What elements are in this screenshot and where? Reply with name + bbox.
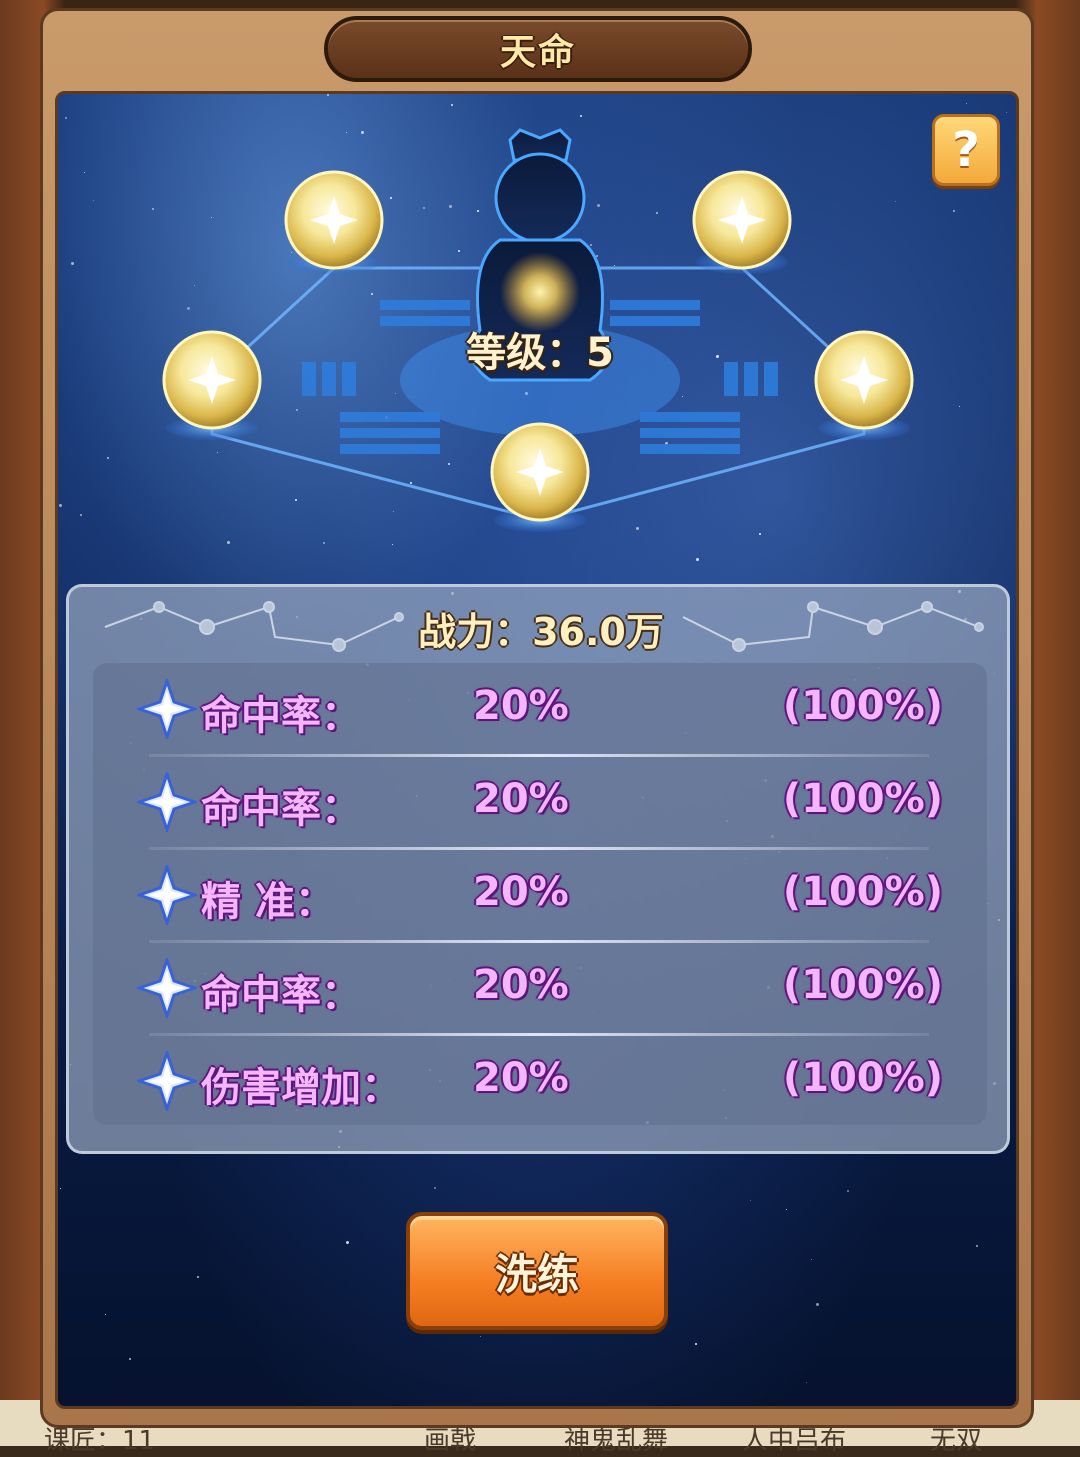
star-dot xyxy=(811,1259,812,1260)
stat-row: 伤害增加： 20% (100%) xyxy=(93,1035,987,1129)
star-dot xyxy=(480,1336,481,1337)
destiny-node xyxy=(814,330,914,440)
star-dot xyxy=(60,1188,61,1189)
stat-max: (100%) xyxy=(782,683,943,729)
stat-value: 20% xyxy=(473,869,569,915)
destiny-constellation xyxy=(162,128,914,532)
star-icon xyxy=(137,679,197,739)
stat-value: 20% xyxy=(473,776,569,822)
stat-name: 命中率： xyxy=(201,786,361,832)
destiny-node xyxy=(692,170,792,274)
stat-name: 伤害增加： xyxy=(201,1065,401,1111)
stat-row: 命中率： 20% (100%) xyxy=(93,663,987,757)
refine-button[interactable]: 洗练 xyxy=(406,1212,668,1330)
stat-name: 命中率： xyxy=(201,693,361,739)
star-dot xyxy=(129,1358,131,1360)
destiny-node xyxy=(490,422,590,532)
stat-row: 精 准： 20% (100%) xyxy=(93,849,987,943)
star-dot xyxy=(806,1382,807,1383)
stat-max: (100%) xyxy=(782,1055,943,1101)
combat-power: 战力：36.0万 xyxy=(418,610,664,654)
destiny-node xyxy=(162,330,262,440)
refine-button-label: 洗练 xyxy=(494,1249,579,1299)
star-dot xyxy=(434,1187,436,1189)
star-dot xyxy=(750,1200,751,1201)
stats-panel: 战力：36.0万 命中率： 20% (100%) 命中率： 20% (100%) xyxy=(66,584,1010,1154)
stat-value: 20% xyxy=(473,1055,569,1101)
stat-max: (100%) xyxy=(782,962,943,1008)
star-icon xyxy=(137,772,197,832)
stat-name: 命中率： xyxy=(201,972,361,1018)
star-dot xyxy=(105,1314,106,1315)
star-icon xyxy=(137,865,197,925)
stat-row: 命中率： 20% (100%) xyxy=(93,942,987,1036)
star-icon xyxy=(137,1051,197,1111)
star-dot xyxy=(976,1245,978,1247)
stat-value: 20% xyxy=(473,683,569,729)
star-dot xyxy=(816,1303,819,1306)
star-dot xyxy=(786,1209,787,1210)
star-dot xyxy=(346,1241,349,1244)
star-dot xyxy=(847,1190,849,1192)
star-dot xyxy=(197,1276,199,1278)
stat-row: 命中率： 20% (100%) xyxy=(93,756,987,850)
destiny-node xyxy=(284,170,384,274)
stat-name: 精 准： xyxy=(201,879,335,925)
destiny-level: 等级：5 xyxy=(466,330,614,376)
stat-value: 20% xyxy=(473,962,569,1008)
star-dot xyxy=(695,1343,697,1345)
stats-list: 命中率： 20% (100%) 命中率： 20% (100%) 精 准： 20%… xyxy=(93,663,987,1125)
stat-max: (100%) xyxy=(782,869,943,915)
star-icon xyxy=(137,958,197,1018)
stat-max: (100%) xyxy=(782,776,943,822)
